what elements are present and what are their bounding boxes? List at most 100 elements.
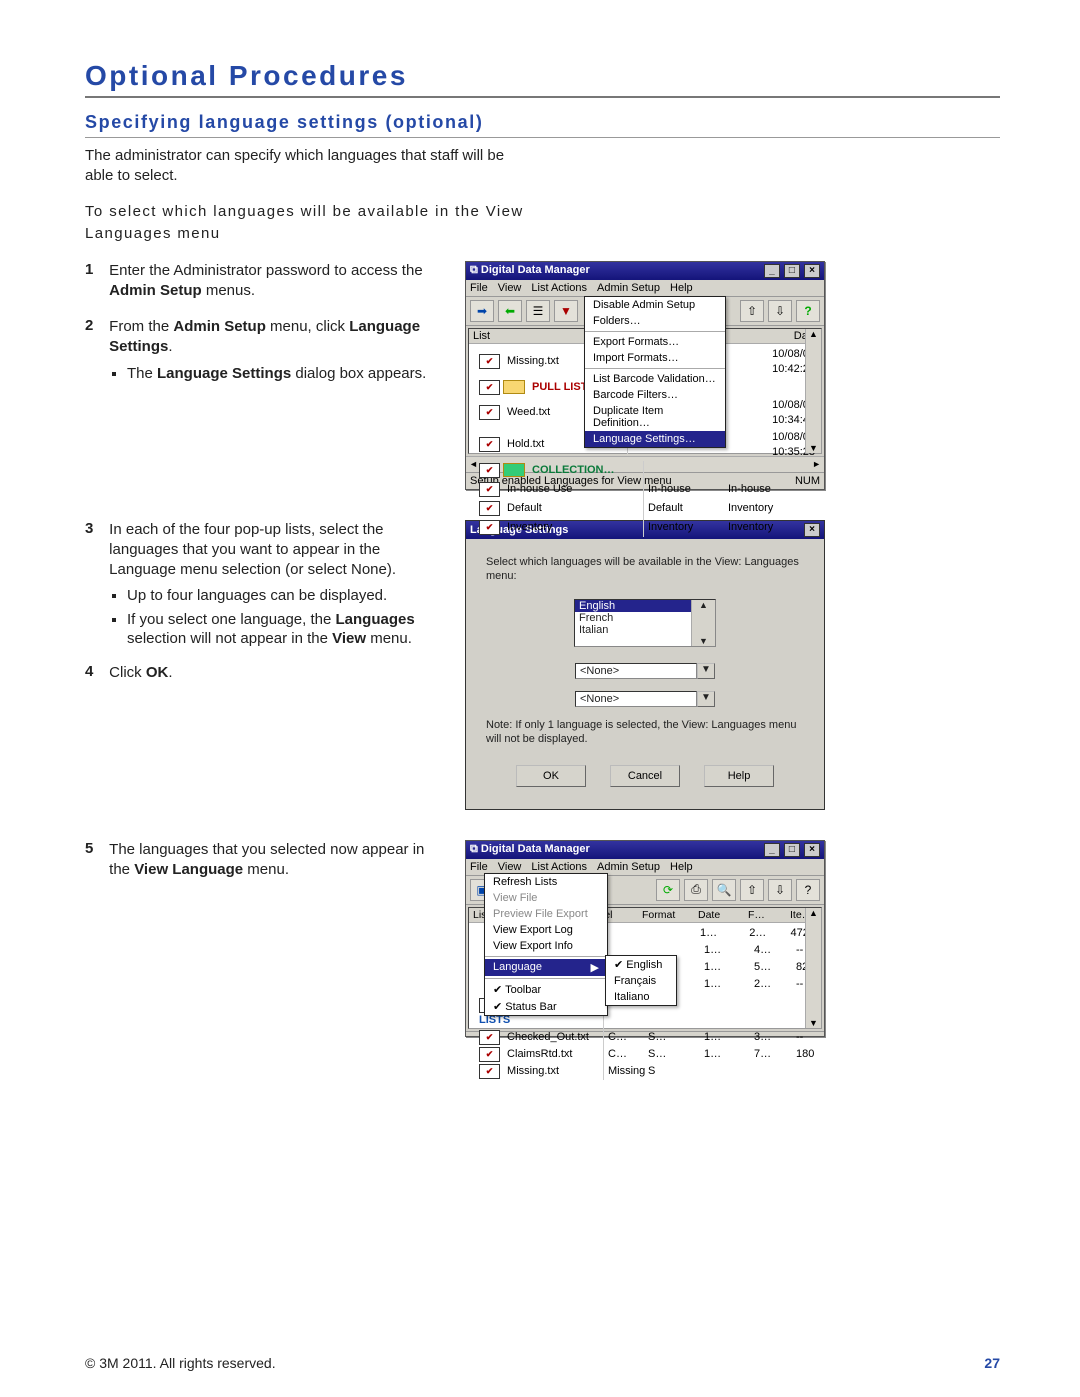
fig1-toolbar: ➡ ⬅ ☰ ▼ ⇧ ⇩ ? Disable Admin Setup Folder… (466, 297, 824, 326)
view-menuitem[interactable]: View File (485, 890, 607, 906)
minimize-icon[interactable]: _ (764, 264, 780, 278)
view-menuitem[interactable]: View Export Log (485, 922, 607, 938)
chevron-down-icon[interactable]: ▼ (697, 663, 715, 679)
checkbox-icon[interactable] (479, 520, 500, 535)
view-menuitem[interactable]: ✔ Toolbar (485, 981, 607, 998)
table-row[interactable]: Missing.txtMissingS (475, 1063, 819, 1080)
menuitem-barcode-validation[interactable]: List Barcode Validation… (585, 371, 725, 387)
app-icon: ⧉ (470, 264, 478, 276)
table-row[interactable]: ClaimsRtd.txtC…S…1…7…180 (475, 1046, 819, 1063)
step3-num: 3 (85, 520, 105, 537)
step4-body: Click OK. (109, 663, 439, 683)
checkbox-icon[interactable] (479, 1047, 500, 1062)
checkbox-icon[interactable] (479, 1064, 500, 1079)
back-arrow-icon[interactable]: ⬅ (498, 300, 522, 322)
menu-admin-setup[interactable]: Admin Setup (597, 861, 660, 873)
step5-body: The languages that you selected now appe… (109, 840, 439, 881)
menu-admin-setup[interactable]: Admin Setup (597, 282, 660, 294)
down-icon[interactable]: ⇩ (768, 879, 792, 901)
chevron-down-icon[interactable]: ▼ (699, 636, 708, 646)
up-icon[interactable]: ⇧ (740, 879, 764, 901)
view-menuitem[interactable]: Preview File Export (485, 906, 607, 922)
menuitem-import-formats[interactable]: Import Formats… (585, 350, 725, 366)
step2-num: 2 (85, 317, 105, 334)
checkbox-icon[interactable] (479, 437, 500, 452)
scrollbar-vertical[interactable]: ▲▼ (805, 908, 821, 1028)
menu-file[interactable]: File (470, 282, 488, 294)
menuitem-export-formats[interactable]: Export Formats… (585, 334, 725, 350)
menuitem-duplicate-item[interactable]: Duplicate Item Definition… (585, 403, 725, 431)
lang-listbox[interactable]: English French Italian ▲▼ (574, 599, 716, 647)
fig3-app-title: ⧉ Digital Data Manager (470, 843, 590, 856)
checkbox-icon[interactable] (479, 354, 500, 369)
help-button[interactable]: Help (704, 765, 774, 787)
menu-list-actions[interactable]: List Actions (531, 282, 587, 294)
maximize-icon[interactable]: □ (784, 843, 800, 857)
help-icon[interactable]: ? (796, 879, 820, 901)
section-heading: Specifying language settings (optional) (85, 112, 1000, 138)
checkbox-icon[interactable] (479, 463, 500, 478)
chevron-right-icon: ▶ (591, 961, 599, 974)
print-icon[interactable]: ⎙ (684, 879, 708, 901)
checkbox-icon[interactable] (479, 380, 500, 395)
checkbox-icon[interactable] (479, 405, 500, 420)
forward-arrow-icon[interactable]: ➡ (470, 300, 494, 322)
ok-button[interactable]: OK (516, 765, 586, 787)
search-icon[interactable]: 🔍 (712, 879, 736, 901)
menuitem-language-settings[interactable]: Language Settings… (585, 431, 725, 447)
footer-copyright: © 3M 2011. All rights reserved. (85, 1355, 276, 1371)
scrollbar-vertical[interactable]: ▲▼ (805, 329, 821, 453)
col-date[interactable]: Date (694, 908, 744, 922)
view-menuitem[interactable]: Language▶ (485, 959, 607, 976)
menu-help[interactable]: Help (670, 282, 693, 294)
folder-icon (503, 380, 525, 394)
menu-list-actions[interactable]: List Actions (531, 861, 587, 873)
step3-bullet1: Up to four languages can be displayed. (127, 586, 445, 606)
menuitem-barcode-filters[interactable]: Barcode Filters… (585, 387, 725, 403)
close-icon[interactable]: × (804, 264, 820, 278)
admin-setup-dropdown: Disable Admin Setup Folders… Export Form… (584, 296, 726, 448)
menuitem-disable-admin[interactable]: Disable Admin Setup (585, 297, 725, 313)
up-icon[interactable]: ⇧ (740, 300, 764, 322)
list-icon[interactable]: ☰ (526, 300, 550, 322)
checkbox-icon[interactable] (479, 482, 500, 497)
col-format[interactable]: Format (638, 908, 694, 922)
help-icon[interactable]: ? (796, 300, 820, 322)
checkbox-icon[interactable] (479, 501, 500, 516)
view-menuitem[interactable]: View Export Info (485, 938, 607, 954)
table-row[interactable]: COLLECTION… (475, 461, 819, 480)
step2-bullet1: The Language Settings dialog box appears… (127, 364, 445, 384)
menu-file[interactable]: File (470, 861, 488, 873)
maximize-icon[interactable]: □ (784, 264, 800, 278)
view-menuitem[interactable]: ✔ Status Bar (485, 998, 607, 1015)
view-menuitem[interactable]: Refresh Lists (485, 874, 607, 890)
menu-view[interactable]: View (498, 282, 522, 294)
down-arrow-icon[interactable]: ▼ (554, 300, 578, 322)
page-title: Optional Procedures (85, 60, 1000, 98)
menu-help[interactable]: Help (670, 861, 693, 873)
fig2-note: Note: If only 1 language is selected, th… (486, 719, 804, 747)
lang-combo-2[interactable]: <None> ▼ (575, 663, 715, 679)
col-f[interactable]: F… (744, 908, 786, 922)
down-icon[interactable]: ⇩ (768, 300, 792, 322)
intro-text: The administrator can specify which lang… (85, 146, 525, 185)
language-menuitem[interactable]: ✔ English (606, 956, 676, 973)
cancel-button[interactable]: Cancel (610, 765, 680, 787)
table-row[interactable]: Checked_Out.txtC…S…1…3…-- (475, 1029, 819, 1046)
chevron-down-icon[interactable]: ▼ (697, 691, 715, 707)
table-row[interactable]: DefaultDefaultInventory (475, 499, 819, 518)
minimize-icon[interactable]: _ (764, 843, 780, 857)
language-menuitem[interactable]: Italiano (606, 989, 676, 1005)
table-row[interactable]: InventoryInventoryInventory (475, 518, 819, 537)
refresh-icon[interactable]: ⟳ (656, 879, 680, 901)
close-icon[interactable]: × (804, 843, 820, 857)
menu-view[interactable]: View (498, 861, 522, 873)
checkbox-icon[interactable] (479, 1030, 500, 1045)
table-row[interactable]: In-house UseIn-houseIn-house (475, 480, 819, 499)
step3-body: In each of the four pop-up lists, select… (109, 520, 439, 581)
language-menuitem[interactable]: Français (606, 973, 676, 989)
chevron-up-icon[interactable]: ▲ (699, 600, 708, 610)
menuitem-folders[interactable]: Folders… (585, 313, 725, 329)
lang-combo-3[interactable]: <None> ▼ (575, 691, 715, 707)
fig1-app-title: ⧉ Digital Data Manager (470, 264, 590, 277)
